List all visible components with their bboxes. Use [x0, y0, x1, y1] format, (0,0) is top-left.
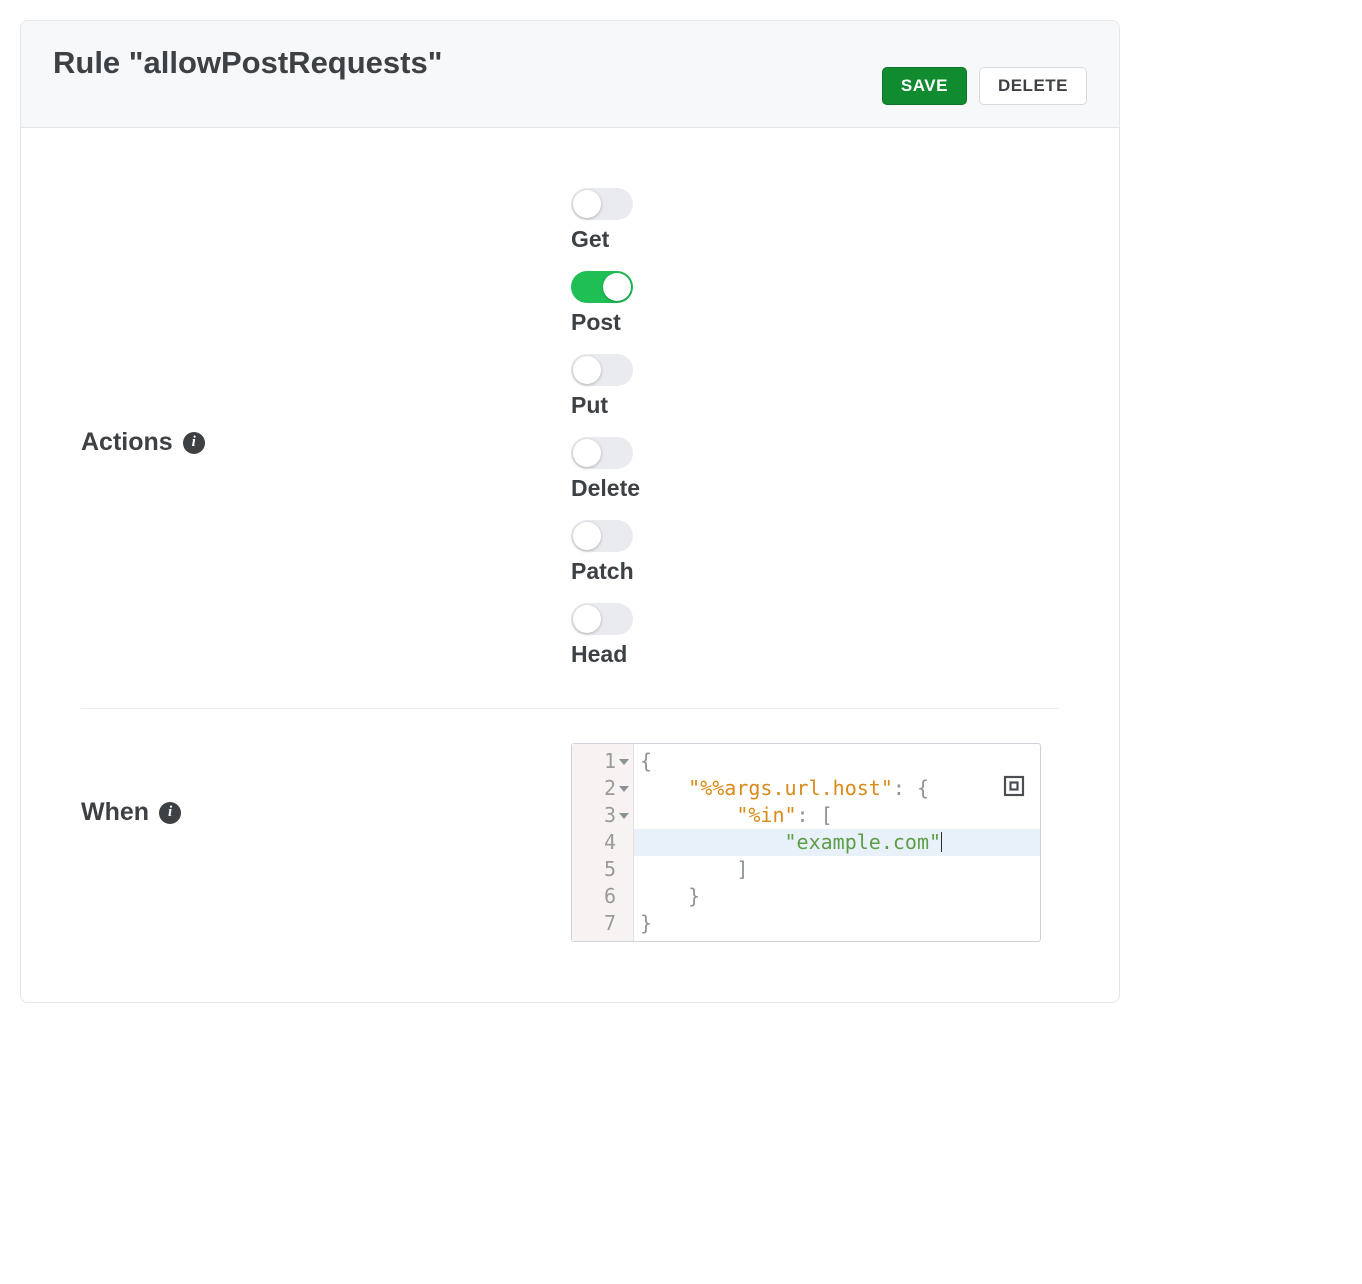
- code-line[interactable]: }: [640, 910, 1034, 937]
- action-toggle-get[interactable]: [571, 188, 633, 220]
- action-toggle-label: Get: [571, 226, 640, 253]
- gutter-line: 7: [572, 910, 633, 937]
- gutter-line: 2: [572, 775, 633, 802]
- when-label: When i: [81, 743, 571, 827]
- save-button[interactable]: SAVE: [882, 67, 967, 105]
- action-toggle-item: Head: [571, 603, 640, 668]
- action-toggle-item: Post: [571, 271, 640, 336]
- gutter-line: 4: [572, 829, 633, 856]
- action-toggle-delete[interactable]: [571, 437, 633, 469]
- action-toggle-label: Put: [571, 392, 640, 419]
- toggle-knob: [573, 522, 601, 550]
- toggle-knob: [573, 439, 601, 467]
- code-line[interactable]: {: [640, 748, 1034, 775]
- panel-body: Actions i Get Post Put Delete Patch Head When…: [21, 128, 1119, 1002]
- when-label-text: When: [81, 798, 149, 827]
- header-buttons: SAVE DELETE: [882, 67, 1087, 105]
- action-toggle-item: Patch: [571, 520, 640, 585]
- actions-label-text: Actions: [81, 428, 173, 457]
- fold-arrow-icon[interactable]: [619, 813, 629, 819]
- action-toggle-head[interactable]: [571, 603, 633, 635]
- action-toggle-label: Post: [571, 309, 640, 336]
- toggle-knob: [603, 273, 631, 301]
- action-toggle-patch[interactable]: [571, 520, 633, 552]
- action-toggle-item: Get: [571, 188, 640, 253]
- action-toggle-label: Patch: [571, 558, 640, 585]
- code-line[interactable]: "%%args.url.host": {: [640, 775, 1034, 802]
- action-toggle-label: Head: [571, 641, 640, 668]
- action-toggle-item: Put: [571, 354, 640, 419]
- info-icon[interactable]: i: [183, 432, 205, 454]
- when-row: When i 1234567 { "%%args.url.host": { "%…: [81, 743, 1059, 962]
- fullscreen-icon[interactable]: [1002, 774, 1026, 798]
- info-icon[interactable]: i: [159, 802, 181, 824]
- page-title: Rule "allowPostRequests": [53, 45, 442, 81]
- rule-panel: Rule "allowPostRequests" SAVE DELETE Act…: [20, 20, 1120, 1003]
- fold-arrow-icon[interactable]: [619, 759, 629, 765]
- action-toggle-item: Delete: [571, 437, 640, 502]
- actions-label: Actions i: [81, 188, 571, 457]
- actions-row: Actions i Get Post Put Delete Patch Head: [81, 188, 1059, 709]
- gutter-line: 6: [572, 883, 633, 910]
- action-toggle-label: Delete: [571, 475, 640, 502]
- toggle-knob: [573, 605, 601, 633]
- gutter-line: 5: [572, 856, 633, 883]
- delete-button[interactable]: DELETE: [979, 67, 1087, 105]
- toggle-knob: [573, 190, 601, 218]
- action-toggle-post[interactable]: [571, 271, 633, 303]
- editor-gutter: 1234567: [572, 744, 634, 941]
- action-toggle-put[interactable]: [571, 354, 633, 386]
- gutter-line: 1: [572, 748, 633, 775]
- code-line[interactable]: "%in": [: [640, 802, 1034, 829]
- editor-code[interactable]: { "%%args.url.host": { "%in": [ "example…: [634, 744, 1040, 941]
- toggle-knob: [573, 356, 601, 384]
- panel-header: Rule "allowPostRequests" SAVE DELETE: [21, 21, 1119, 128]
- code-line[interactable]: "example.com": [634, 829, 1040, 856]
- gutter-line: 3: [572, 802, 633, 829]
- code-line[interactable]: }: [640, 883, 1034, 910]
- code-line[interactable]: ]: [640, 856, 1034, 883]
- actions-toggle-list: Get Post Put Delete Patch Head: [571, 188, 640, 668]
- when-code-editor[interactable]: 1234567 { "%%args.url.host": { "%in": [ …: [571, 743, 1041, 942]
- fold-arrow-icon[interactable]: [619, 786, 629, 792]
